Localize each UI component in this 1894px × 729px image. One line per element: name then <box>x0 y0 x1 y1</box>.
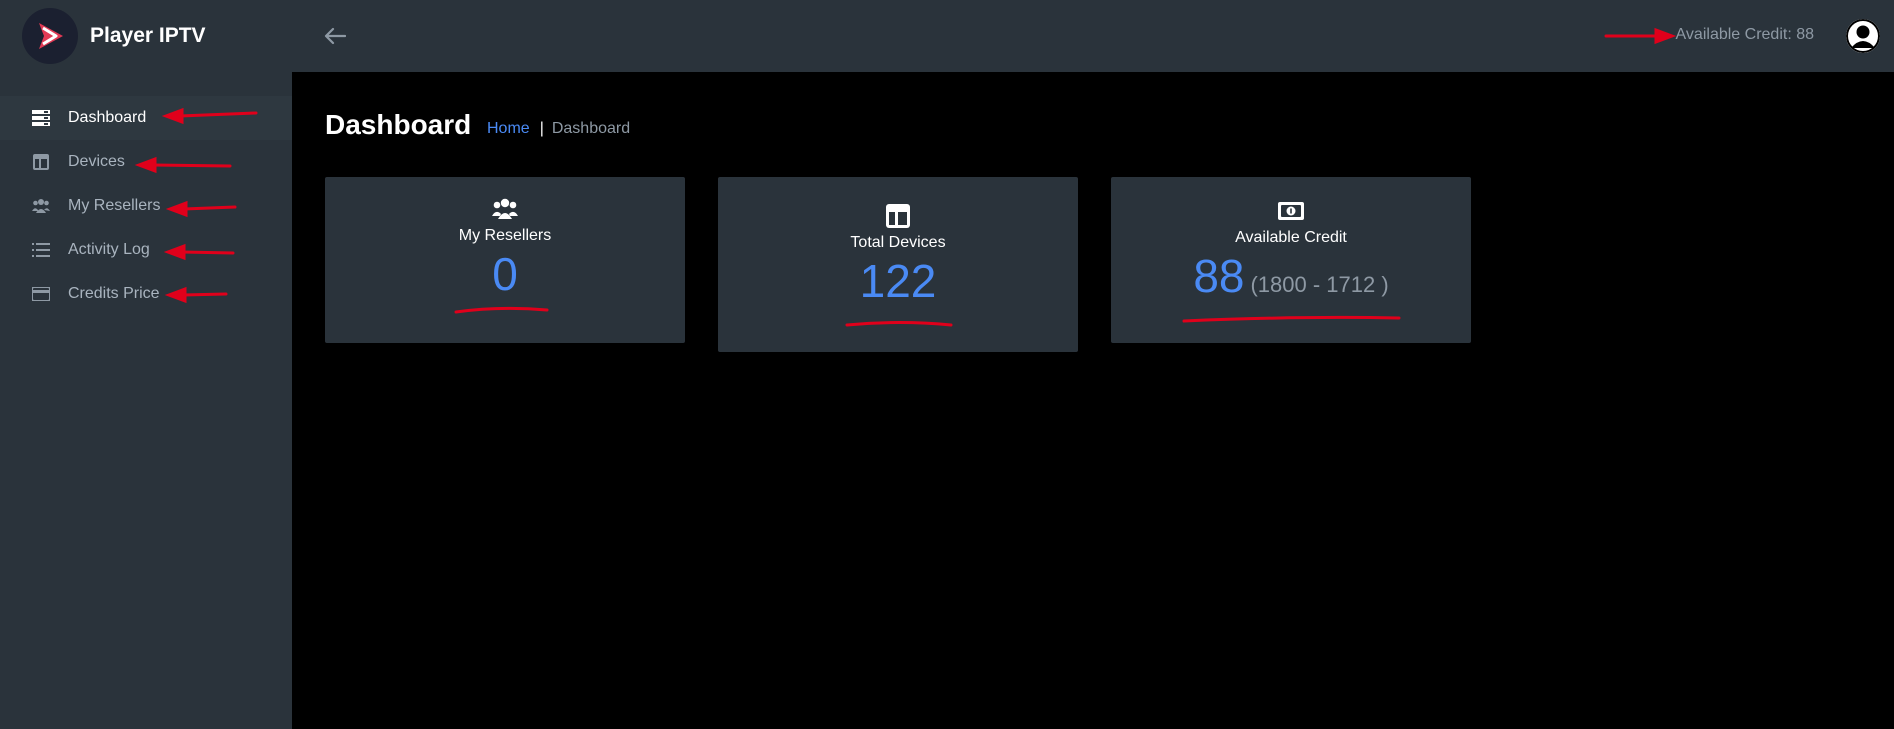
sidebar-item-my-resellers[interactable]: My Resellers <box>0 184 292 228</box>
users-icon <box>492 197 518 221</box>
user-avatar-icon[interactable] <box>1846 19 1880 53</box>
money-icon <box>1278 199 1304 223</box>
card-my-resellers[interactable]: My Resellers 0 <box>325 177 685 343</box>
page-title: Dashboard <box>325 109 472 140</box>
sidebar-item-devices[interactable]: Devices <box>0 140 292 184</box>
sidebar: Player IPTV Dashboard Devices My Reselle… <box>0 0 292 729</box>
credit-detail: (1800 - 1712 ) <box>1250 272 1389 297</box>
sidebar-nav: Dashboard Devices My Resellers Activity … <box>0 96 292 316</box>
credit-value-group: 88 (1800 - 1712 ) <box>1193 247 1388 302</box>
breadcrumb-home-link[interactable]: Home <box>487 120 530 138</box>
users-icon <box>32 197 50 215</box>
devices-icon <box>886 204 910 228</box>
sidebar-item-label: Dashboard <box>68 109 147 126</box>
sidebar-item-credits-price[interactable]: Credits Price <box>0 272 292 316</box>
sidebar-item-label: My Resellers <box>68 197 161 214</box>
card-available-credit[interactable]: Available Credit 88 (1800 - 1712 ) <box>1111 177 1471 343</box>
list-icon <box>32 241 50 259</box>
back-arrow-icon[interactable] <box>322 24 348 48</box>
credit-card-icon <box>32 285 50 303</box>
sidebar-item-dashboard[interactable]: Dashboard <box>0 96 292 140</box>
sidebar-item-label: Devices <box>68 153 125 170</box>
card-total-devices[interactable]: Total Devices 122 <box>718 177 1078 352</box>
breadcrumb: Home | Dashboard <box>487 120 630 138</box>
brand[interactable]: Player IPTV <box>0 0 292 72</box>
card-value: 88 <box>1193 250 1245 302</box>
app-root: Player IPTV Dashboard Devices My Reselle… <box>0 0 1894 729</box>
card-label: Available Credit <box>1235 229 1347 246</box>
devices-icon <box>32 153 50 171</box>
card-value: 0 <box>492 248 518 300</box>
sidebar-item-label: Activity Log <box>68 241 150 258</box>
header-available-credit: Available Credit: 88 <box>1675 26 1814 43</box>
breadcrumb-current: Dashboard <box>551 120 631 137</box>
card-value: 122 <box>859 255 937 307</box>
breadcrumb-separator: | <box>539 120 544 137</box>
card-label: Total Devices <box>850 234 946 251</box>
brand-name: Player IPTV <box>90 24 206 47</box>
sidebar-item-activity-log[interactable]: Activity Log <box>0 228 292 272</box>
card-label: My Resellers <box>458 227 552 244</box>
dashboard-icon <box>32 109 50 127</box>
top-header: Available Credit: 88 <box>292 0 1894 72</box>
sidebar-item-label: Credits Price <box>68 285 160 302</box>
player-logo-icon <box>22 8 78 64</box>
